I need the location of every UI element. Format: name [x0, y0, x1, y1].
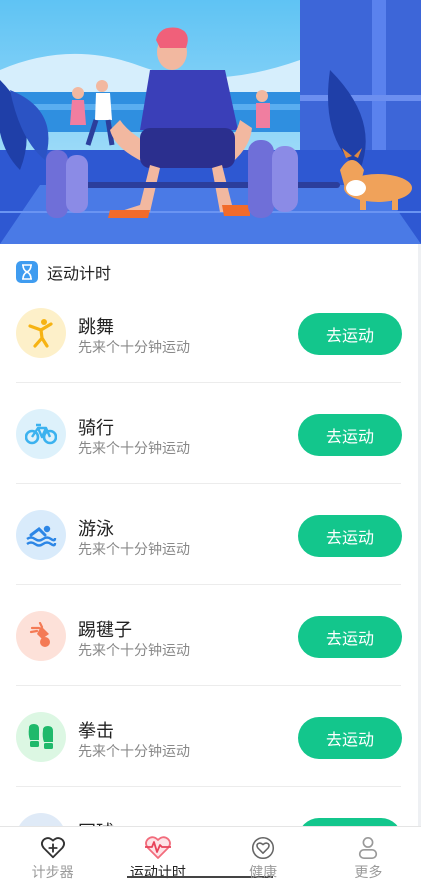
go-exercise-button[interactable]: 去运动 [298, 414, 402, 456]
heart-plus-icon [40, 837, 65, 859]
item-name: 拳击 [78, 721, 114, 742]
item-subtitle: 先来个十分钟运动 [78, 643, 190, 659]
list-item-boxing: 拳击 先来个十分钟运动 去运动 [0, 686, 421, 787]
go-exercise-button[interactable]: 去运动 [298, 717, 402, 759]
tab-health[interactable]: 健康 [211, 827, 316, 882]
tab-pedometer[interactable]: 计步器 [0, 827, 105, 882]
go-exercise-button[interactable]: 去运动 [298, 313, 402, 355]
swim-icon [16, 510, 66, 560]
exercise-list: 跳舞 先来个十分钟运动 去运动 骑行 先来个十分钟运动 去运动 游泳 先来个十分… [0, 282, 421, 888]
list-item-dance: 跳舞 先来个十分钟运动 去运动 [0, 282, 421, 383]
weightlifting-banner-image [0, 0, 421, 244]
item-subtitle: 先来个十分钟运动 [78, 542, 190, 558]
item-name: 跳舞 [78, 317, 114, 338]
tab-label: 计步器 [31, 865, 74, 881]
list-item-swimming: 游泳 先来个十分钟运动 去运动 [0, 484, 421, 585]
shuttlecock-icon [16, 611, 66, 661]
tab-label: 更多 [354, 865, 383, 881]
user-icon [359, 837, 378, 859]
boxing-glove-icon [16, 712, 66, 762]
item-subtitle: 先来个十分钟运动 [78, 340, 190, 356]
heart-circle-icon [252, 836, 275, 860]
item-subtitle: 先来个十分钟运动 [78, 744, 190, 760]
tab-more[interactable]: 更多 [316, 827, 421, 882]
list-item-cycling: 骑行 先来个十分钟运动 去运动 [0, 383, 421, 484]
item-name: 游泳 [78, 519, 114, 540]
go-exercise-button[interactable]: 去运动 [298, 616, 402, 658]
tab-exercise-timer[interactable]: 运动计时 [105, 827, 273, 882]
heartbeat-icon [144, 836, 171, 859]
go-exercise-button[interactable]: 去运动 [298, 515, 402, 557]
dance-icon [16, 308, 66, 358]
bottom-tab-bar: 计步器 运动计时 健康 更多 [0, 826, 421, 882]
section-title: 运动计时 [47, 264, 112, 283]
tab-label: 健康 [249, 865, 278, 881]
list-item-shuttlecock: 踢毽子 先来个十分钟运动 去运动 [0, 585, 421, 686]
item-name: 踢毽子 [78, 620, 132, 641]
hourglass-icon [16, 261, 38, 283]
item-subtitle: 先来个十分钟运动 [78, 441, 190, 457]
hero-illustration [0, 0, 421, 244]
bicycle-icon [16, 409, 66, 459]
tab-label: 运动计时 [129, 865, 186, 881]
item-name: 骑行 [78, 418, 114, 439]
